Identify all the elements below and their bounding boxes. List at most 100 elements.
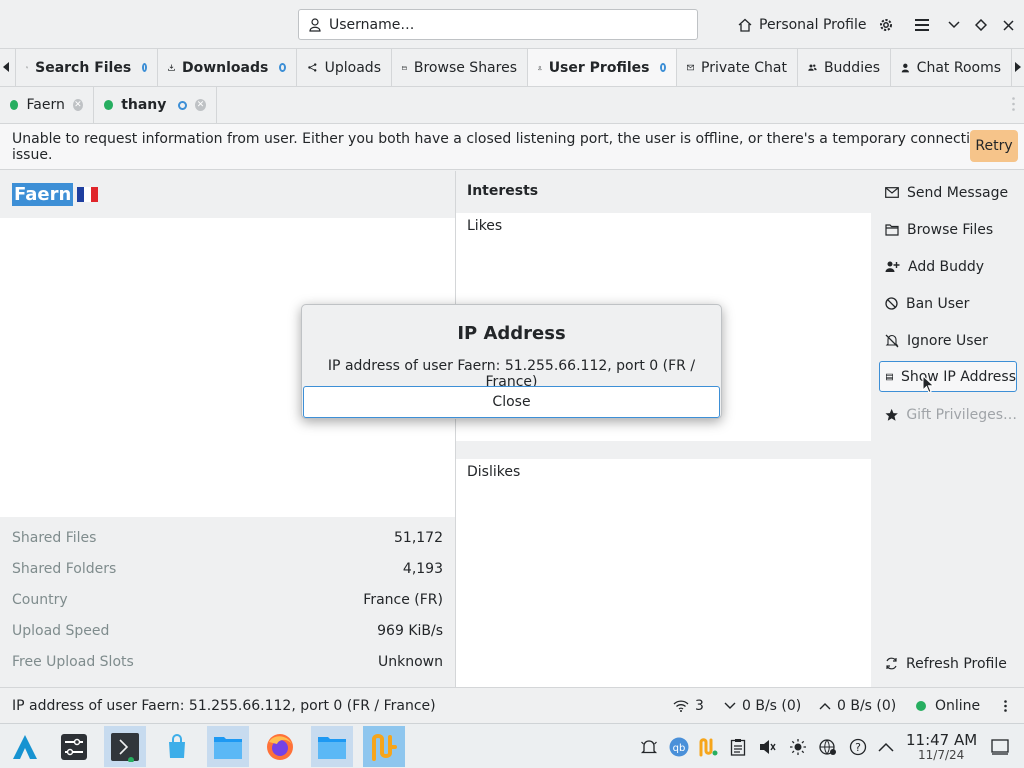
france-flag-icon: [77, 187, 98, 202]
stat-label: Upload Speed: [12, 622, 110, 639]
status-bar: IP address of user Faern: 51.255.66.112,…: [0, 687, 1024, 723]
maximize-icon[interactable]: [970, 14, 992, 36]
help-icon[interactable]: ?: [847, 736, 869, 758]
system-settings-icon[interactable]: [53, 726, 95, 767]
gear-icon[interactable]: [875, 14, 897, 36]
network-icon[interactable]: [817, 736, 839, 758]
tab-label: Downloads: [181, 59, 269, 76]
retry-button[interactable]: Retry: [970, 130, 1018, 162]
send-message-button[interactable]: Send Message: [879, 177, 1017, 208]
ignore-icon: [885, 334, 899, 347]
user-tab-faern[interactable]: Faern ✕: [0, 87, 94, 123]
upload-speed[interactable]: 0 B/s (0): [819, 688, 896, 724]
show-desktop-icon[interactable]: [989, 736, 1011, 758]
terminal-app-icon[interactable]: [104, 726, 146, 767]
tab-search-files[interactable]: Search Files: [15, 49, 158, 86]
tab-indicator: [178, 100, 187, 110]
app-launcher-icon[interactable]: [4, 726, 46, 767]
show-hidden-icons-icon[interactable]: [875, 736, 897, 758]
close-tab-icon[interactable]: ✕: [194, 99, 206, 111]
browse-files-button[interactable]: Browse Files: [879, 214, 1017, 245]
status-message: IP address of user Faern: 51.255.66.112,…: [12, 698, 436, 714]
tab-label: Buddies: [823, 59, 880, 76]
stat-row: Country France (FR): [12, 584, 443, 615]
kebab-menu-icon[interactable]: [1012, 97, 1015, 111]
nicotine-tray-icon[interactable]: [697, 736, 719, 758]
tab-chat-rooms[interactable]: Chat Rooms: [891, 49, 1012, 86]
tab-label: Uploads: [324, 59, 381, 76]
show-ip-address-button[interactable]: Show IP Address: [879, 361, 1017, 392]
tab-downloads[interactable]: Downloads: [158, 49, 297, 86]
stat-label: Country: [12, 591, 68, 608]
stat-value: France (FR): [363, 591, 443, 608]
tabs-scroll-left-icon[interactable]: [3, 62, 10, 72]
brightness-icon[interactable]: [787, 736, 809, 758]
file-manager-icon[interactable]: [311, 726, 353, 767]
connections-indicator[interactable]: 3: [673, 688, 704, 724]
refresh-profile-button[interactable]: Refresh Profile: [879, 648, 1017, 679]
refresh-icon: [886, 657, 897, 670]
tab-label: Browse Shares: [413, 59, 517, 76]
action-label: Add Buddy: [908, 258, 985, 275]
minimize-icon[interactable]: [943, 14, 965, 36]
profile-username: Faern: [12, 183, 74, 206]
clipboard-icon[interactable]: [727, 736, 749, 758]
discover-store-icon[interactable]: [156, 726, 198, 767]
action-label: Send Message: [907, 184, 1009, 201]
tab-browse-shares[interactable]: Browse Shares: [392, 49, 528, 86]
svg-text:?: ?: [855, 741, 861, 754]
download-speed[interactable]: 0 B/s (0): [724, 688, 801, 724]
tab-private-chat[interactable]: Private Chat: [677, 49, 798, 86]
username-placeholder: Username…: [329, 16, 415, 33]
envelope-icon: [687, 64, 694, 71]
user-icon: [901, 63, 909, 72]
connection-status-label: Online: [935, 698, 981, 714]
username-field[interactable]: Username…: [298, 9, 698, 40]
hamburger-menu-icon[interactable]: [911, 14, 933, 36]
close-window-icon[interactable]: [997, 14, 1019, 36]
qbittorrent-icon[interactable]: qb: [668, 736, 690, 758]
file-manager-icon[interactable]: [207, 726, 249, 767]
action-label: Browse Files: [907, 221, 994, 238]
tab-uploads[interactable]: Uploads: [297, 49, 392, 86]
main-tab-bar: Search Files Downloads Uploads Browse Sh…: [0, 49, 1024, 87]
firefox-icon[interactable]: [259, 726, 301, 767]
tab-buddies[interactable]: Buddies: [798, 49, 891, 86]
volume-muted-icon[interactable]: [757, 736, 779, 758]
user-tab-thany[interactable]: thany ✕: [94, 87, 217, 123]
add-buddy-icon: [885, 261, 900, 272]
notifications-icon[interactable]: [638, 736, 660, 758]
stat-label: Shared Files: [12, 529, 97, 546]
likes-heading: Likes: [467, 218, 503, 234]
star-icon: [885, 408, 898, 421]
action-label: Gift Privileges…: [906, 406, 1017, 423]
search-icon: [26, 66, 29, 69]
clock-time[interactable]: 11:47 AM: [906, 731, 977, 749]
ignore-user-button[interactable]: Ignore User: [879, 325, 1017, 356]
personal-profile-button[interactable]: Personal Profile: [732, 9, 873, 40]
stat-row: Shared Folders 4,193: [12, 553, 443, 584]
nicotine-app-icon[interactable]: [363, 726, 405, 767]
kebab-menu-icon[interactable]: [1004, 700, 1007, 712]
mouse-cursor-icon: [922, 375, 935, 394]
tab-user-profiles[interactable]: User Profiles: [528, 49, 677, 86]
connection-status[interactable]: Online: [916, 688, 980, 724]
tabs-scroll-right-icon[interactable]: [1014, 62, 1021, 72]
close-tab-icon[interactable]: ✕: [72, 99, 83, 111]
folder-icon: [885, 223, 899, 236]
user-icon: [538, 65, 542, 70]
clock-date[interactable]: 11/7/24: [918, 748, 964, 762]
action-label: Show IP Address: [900, 368, 1016, 385]
stat-row: Free Upload Slots Unknown: [12, 646, 443, 677]
close-button[interactable]: Close: [303, 386, 720, 418]
buddies-icon: [808, 64, 817, 71]
dialog-title: IP Address: [457, 323, 566, 344]
ban-user-button[interactable]: Ban User: [879, 288, 1017, 319]
dislikes-list[interactable]: Dislikes: [456, 459, 871, 687]
tab-indicator: [142, 63, 147, 72]
add-buddy-button[interactable]: Add Buddy: [879, 251, 1017, 282]
tab-label: User Profiles: [548, 59, 650, 76]
gift-privileges-button[interactable]: Gift Privileges…: [879, 399, 1017, 430]
ip-icon: [886, 373, 893, 380]
home-icon: [738, 18, 752, 32]
